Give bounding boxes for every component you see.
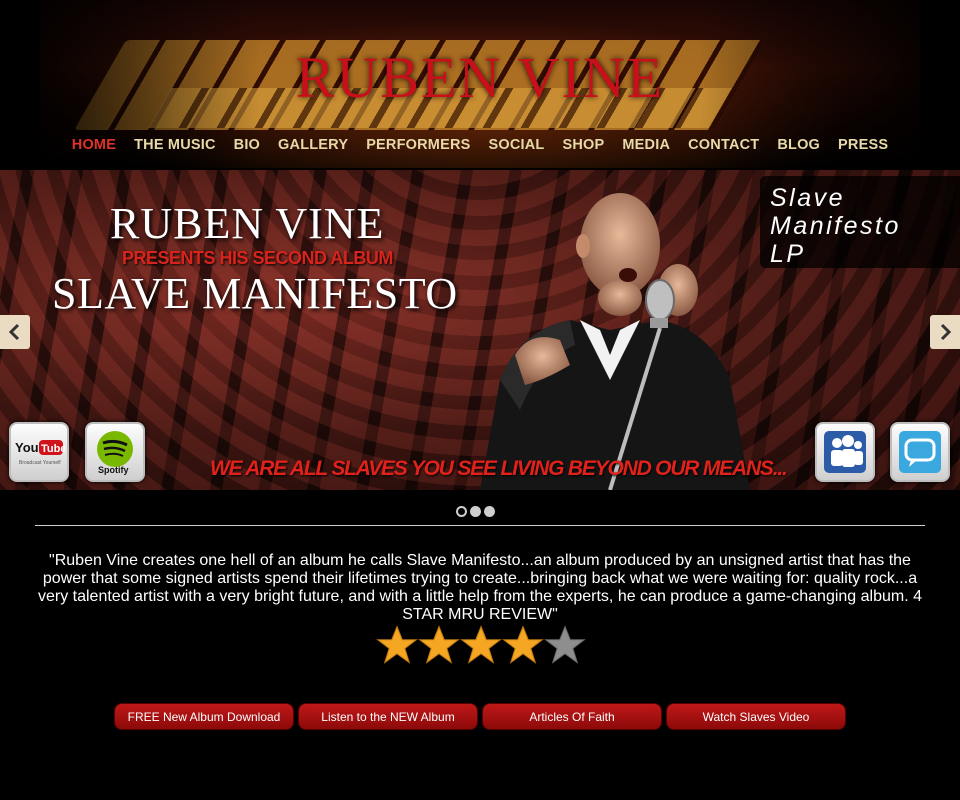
watch-slaves-video-button[interactable]: Watch Slaves Video (666, 703, 846, 730)
slider-pagination (456, 506, 495, 517)
slider-prev-button[interactable] (0, 315, 30, 349)
nav-item-home[interactable]: HOME (72, 137, 116, 153)
spotify-icon: Spotify (97, 431, 133, 475)
slide-album-title: SLAVE MANIFESTO (52, 269, 458, 318)
youtube-logo-word: You (15, 440, 39, 455)
nav-item-performers[interactable]: PERFORMERS (366, 137, 470, 153)
action-buttons: FREE New Album Download Listen to the NE… (114, 703, 846, 730)
hero-slider[interactable]: RUBEN VINE PRESENTS HIS SECOND ALBUM SLA… (0, 170, 960, 490)
chevron-left-icon (8, 323, 20, 341)
star-rating (376, 624, 586, 666)
slider-dot-2[interactable] (470, 506, 481, 517)
slider-next-button[interactable] (930, 315, 960, 349)
listen-new-album-button[interactable]: Listen to the NEW Album (298, 703, 478, 730)
twitter-link[interactable] (890, 422, 950, 482)
caption-line-1: Slave (770, 184, 846, 212)
nav-item-gallery[interactable]: GALLERY (278, 137, 348, 153)
youtube-icon: You Tube Broadcast Yourself (15, 440, 65, 466)
star-filled-icon (376, 625, 418, 664)
slide-artist-title: RUBEN VINE (110, 199, 385, 248)
spotify-link[interactable]: Spotify (85, 422, 145, 482)
singer-photo (480, 193, 750, 490)
myspace-icon (824, 431, 866, 473)
slider-dot-3[interactable] (484, 506, 495, 517)
star-empty-icon (544, 625, 586, 664)
nav-item-shop[interactable]: SHOP (563, 137, 605, 153)
main-nav: HOME THE MUSIC BIO GALLERY PERFORMERS SO… (40, 137, 920, 153)
slide-subtitle: PRESENTS HIS SECOND ALBUM (122, 248, 393, 268)
free-album-download-button[interactable]: FREE New Album Download (114, 703, 294, 730)
nav-item-bio[interactable]: BIO (234, 137, 260, 153)
spotify-logo-word: Spotify (98, 465, 129, 475)
twitter-icon (899, 431, 941, 473)
myspace-link[interactable] (815, 422, 875, 482)
slide-tagline: WE ARE ALL SLAVES YOU SEE LIVING BEYOND … (210, 457, 788, 480)
nav-item-social[interactable]: SOCIAL (489, 137, 545, 153)
slide-caption: Slave Manifesto LP (760, 176, 960, 268)
caption-line-3: LP (770, 240, 806, 268)
youtube-link[interactable]: You Tube Broadcast Yourself (9, 422, 69, 482)
nav-item-the-music[interactable]: THE MUSIC (134, 137, 216, 153)
star-filled-icon (418, 625, 460, 664)
divider (35, 525, 925, 526)
articles-of-faith-button[interactable]: Articles Of Faith (482, 703, 662, 730)
youtube-logo-tube: Tube (41, 443, 65, 455)
star-filled-icon (460, 625, 502, 664)
star-filled-icon (502, 625, 544, 664)
caption-line-2: Manifesto (770, 212, 901, 240)
slider-dot-1[interactable] (456, 506, 467, 517)
nav-item-blog[interactable]: BLOG (777, 137, 820, 153)
site-header: RUBEN VINE HOME THE MUSIC BIO GALLERY PE… (40, 0, 920, 168)
nav-item-press[interactable]: PRESS (838, 137, 888, 153)
review-quote: "Ruben Vine creates one hell of an album… (37, 552, 923, 623)
chevron-right-icon (940, 323, 952, 341)
site-title[interactable]: RUBEN VINE (40, 44, 920, 111)
nav-item-media[interactable]: MEDIA (622, 137, 670, 153)
youtube-logo-tagline: Broadcast Yourself (19, 460, 61, 466)
nav-item-contact[interactable]: CONTACT (688, 137, 759, 153)
